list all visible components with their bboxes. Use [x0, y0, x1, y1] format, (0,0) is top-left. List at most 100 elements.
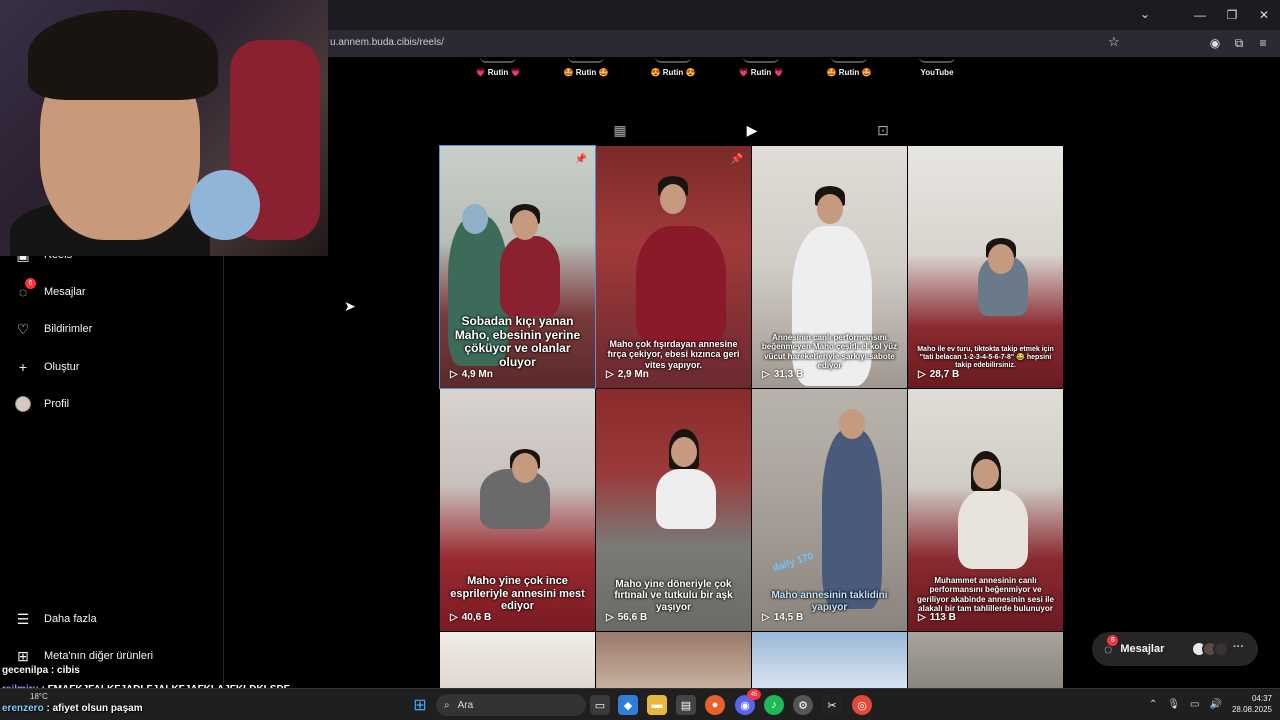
chrome-icon[interactable]: ◎	[852, 695, 872, 715]
spotify-icon[interactable]: ♪	[764, 695, 784, 715]
story-highlight[interactable]: 🤩 Rutin 🤩	[551, 68, 621, 77]
windows-taskbar: 18°C ⊞ ⌕ Ara ▭ ◆ ▬ ▤ ● ◉ 45 ♪ ⚙ ✂ ◎ ⌃ 🎙 ▭…	[0, 688, 1280, 720]
sidebar-item-notifications[interactable]: ♡ Bildirimler	[14, 317, 93, 341]
reel-thumbnail[interactable]	[908, 632, 1063, 688]
view-count: ▷ 113 B	[918, 612, 956, 623]
story-highlight[interactable]: 💗 Rutin 💗	[726, 68, 796, 77]
highlight-ring	[655, 57, 691, 63]
avatar	[1213, 641, 1229, 657]
reel-thumbnail[interactable]: Maho annesinin taklidini yapıyor ▷ 14,5 B…	[752, 389, 907, 631]
bookmark-star-icon[interactable]: ☆	[1108, 34, 1120, 50]
view-count: ▷ 28,7 B	[918, 369, 960, 380]
copilot-icon[interactable]: ◆	[618, 695, 638, 715]
chevron-up-icon[interactable]: ⌃	[1149, 699, 1157, 710]
reel-thumbnail[interactable]: 📌 Sobadan kıçı yanan Maho, ebesinin yeri…	[439, 145, 596, 389]
system-tray: ⌃ 🎙 ▭ 🔊 04:37 28.08.2025	[1149, 693, 1272, 715]
mouse-cursor-icon: ➤	[344, 298, 356, 314]
reel-thumbnail[interactable]: Maho yine döneriyle çok fırtınalı ve tut…	[596, 389, 751, 631]
store-icon[interactable]: ▤	[676, 695, 696, 715]
reels-icon[interactable]: ▶	[744, 122, 760, 138]
reel-caption: Muhammet annesinin canlı performansını b…	[917, 576, 1054, 613]
heart-icon: ♡	[16, 320, 30, 337]
reel-thumbnail[interactable]: Maho yine çok ince esprileriyle annesini…	[440, 389, 595, 631]
messenger-icon: ◌ 6	[1104, 635, 1119, 657]
apps-icon: ⊞	[17, 647, 29, 664]
steam-icon[interactable]: ⚙	[793, 695, 813, 715]
task-view-icon[interactable]: ▭	[590, 695, 610, 715]
notification-badge: 6	[25, 278, 36, 289]
reel-caption: Maho yine çok ince esprileriyle annesini…	[450, 575, 585, 613]
search-icon: ⌕	[444, 699, 450, 711]
view-count: ▷ 40,6 B	[450, 612, 492, 623]
discord-icon[interactable]: ◉ 45	[735, 689, 761, 715]
sidebar-item-label: Bildirimler	[44, 323, 93, 335]
messenger-icon: ◌ 6	[14, 278, 36, 301]
play-icon: ▷	[606, 369, 614, 380]
notification-badge: 6	[1107, 635, 1119, 646]
window-controls: — ❐ ✕	[1184, 0, 1280, 30]
highlight-ring	[919, 57, 955, 63]
grid-icon[interactable]: ▦	[612, 122, 628, 138]
windows-start-icon[interactable]: ⊞	[410, 695, 430, 715]
sidebar-item-messages[interactable]: ◌ 6 Mesajlar	[14, 278, 86, 304]
reel-caption: Sobadan kıçı yanan Maho, ebesinin yerine…	[454, 313, 581, 370]
menu-icon[interactable]: ≡	[1254, 34, 1272, 52]
capcut-icon[interactable]: ✂	[822, 695, 842, 715]
reel-thumbnail[interactable]	[440, 632, 595, 688]
story-highlight[interactable]: 😍 Rutin 😍	[638, 68, 708, 77]
sidebar-more-button[interactable]: ☰ Daha fazla	[14, 607, 97, 631]
reel-caption: Maho yine döneriyle çok fırtınalı ve tut…	[614, 578, 733, 613]
minimize-icon[interactable]: —	[1184, 0, 1216, 30]
clock[interactable]: 04:37 28.08.2025	[1232, 693, 1272, 715]
reel-thumbnail[interactable]: Maho ile ev turu, tiktokta takip etmek i…	[908, 146, 1063, 388]
highlight-ring	[743, 57, 779, 63]
display-icon[interactable]: ▭	[1190, 699, 1199, 710]
highlight-ring	[568, 57, 604, 63]
reel-thumbnail[interactable]	[752, 632, 907, 688]
volume-icon[interactable]: 🔊	[1210, 699, 1222, 710]
reel-thumbnail[interactable]	[596, 632, 751, 688]
view-count: ▷ 31,3 B	[762, 369, 804, 380]
reel-caption: Maho ile ev turu, tiktokta takip etmek i…	[917, 345, 1054, 369]
taskbar-search[interactable]: ⌕ Ara	[436, 694, 586, 716]
chat-message: gecenilpa : cibis	[2, 665, 80, 676]
more-options-icon[interactable]: ···	[1233, 641, 1244, 653]
play-icon: ▷	[606, 612, 614, 623]
microphone-icon[interactable]: 🎙	[1167, 699, 1180, 710]
play-icon: ▷	[762, 369, 770, 380]
pin-icon: 📌	[574, 154, 587, 165]
chat-message: erenzero : afiyet olsun paşam	[2, 703, 143, 714]
reel-thumbnail[interactable]: Muhammet annesinin canlı performansını b…	[908, 389, 1063, 631]
weather-widget[interactable]: 18°C	[30, 692, 48, 701]
highlight-ring	[831, 57, 867, 63]
account-icon[interactable]: ◉	[1206, 34, 1224, 52]
tagged-icon[interactable]: ⊡	[875, 122, 891, 138]
reel-caption: Maho çok fışırdayan annesine fırça çekiy…	[607, 338, 740, 370]
chevron-down-icon[interactable]: ⌄	[1140, 7, 1150, 21]
toolbar-icons: ◉ ⧉ ≡	[1206, 34, 1272, 52]
story-highlight[interactable]: 💗 Rutin 💗	[463, 68, 533, 77]
messages-pill-label: Mesajlar	[1120, 643, 1165, 655]
reel-caption: Maho annesinin taklidini yapıyor	[771, 590, 888, 613]
sidebar-item-profile[interactable]: Profil	[14, 392, 69, 416]
extensions-icon[interactable]: ⧉	[1230, 34, 1248, 52]
story-highlight[interactable]: 🤩 Rutin 🤩	[814, 68, 884, 77]
webcam-overlay	[0, 0, 328, 256]
notification-badge: 45	[747, 689, 761, 700]
sidebar-item-label: Mesajlar	[44, 286, 86, 298]
conversation-avatars	[1191, 641, 1229, 657]
firefox-icon[interactable]: ●	[705, 695, 725, 715]
reel-thumbnail[interactable]: Annesinin canlı performansını beğenmeyen…	[752, 146, 907, 388]
sidebar-item-create[interactable]: + Oluştur	[14, 355, 80, 379]
play-icon: ▷	[450, 369, 458, 380]
close-icon[interactable]: ✕	[1248, 0, 1280, 30]
view-count: ▷ 56,6 B	[606, 612, 648, 623]
address-bar[interactable]: u.annem.buda.cibis/reels/	[330, 37, 444, 48]
reel-thumbnail[interactable]: 📌 Maho çok fışırdayan annesine fırça çek…	[596, 146, 751, 388]
story-highlight[interactable]: YouTube	[902, 68, 972, 77]
file-explorer-icon[interactable]: ▬	[647, 695, 667, 715]
maximize-icon[interactable]: ❐	[1216, 0, 1248, 30]
messages-pill[interactable]: ◌ 6 Mesajlar ···	[1092, 632, 1258, 666]
sidebar-item-label: Daha fazla	[44, 613, 97, 625]
hamburger-icon: ☰	[16, 610, 30, 627]
